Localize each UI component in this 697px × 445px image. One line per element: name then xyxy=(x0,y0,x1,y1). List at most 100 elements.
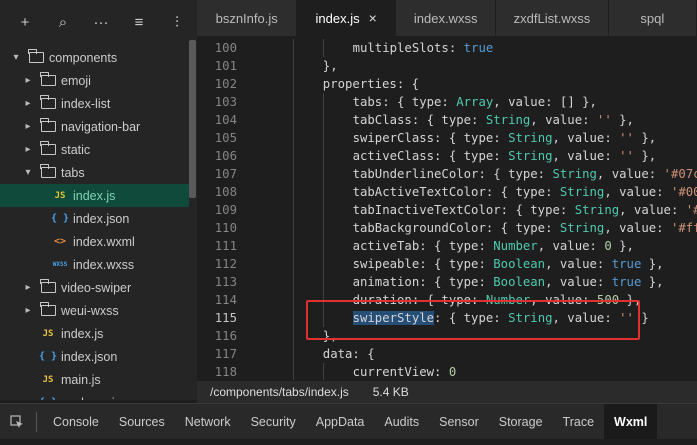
devtools-tab-storage[interactable]: Storage xyxy=(489,404,553,440)
devtools-tab-audits[interactable]: Audits xyxy=(374,404,429,440)
editor-tab[interactable]: index.js × xyxy=(297,0,396,36)
tree-item[interactable]: ▸JSmain.js xyxy=(0,368,189,391)
tree-item-label: index.json xyxy=(73,211,130,226)
devtools-tab-wxml[interactable]: Wxml xyxy=(604,403,658,440)
code-token: true xyxy=(611,257,642,271)
indent-guide xyxy=(293,201,294,219)
line-number: 118 xyxy=(214,365,237,379)
code-token: animation: { type: xyxy=(352,275,494,289)
more-icon[interactable]: ··· xyxy=(82,2,120,42)
tab-label: zxdfList.wxss xyxy=(513,10,591,26)
folder-shape xyxy=(40,95,56,109)
chevron-right-icon[interactable]: ▸ xyxy=(22,75,34,86)
editor-tab[interactable]: zxdfList.wxss xyxy=(496,0,609,36)
devtools-tab-sensor[interactable]: Sensor xyxy=(429,404,489,440)
ide-window: + ⌕ ··· ≡ ⫶ ▾ components ▸ emoji ▸ index-list ▸ nav… xyxy=(0,0,697,445)
line-code: data: { xyxy=(323,347,375,361)
indent-guide xyxy=(322,129,324,147)
tree-item[interactable]: ▸{ }index.json xyxy=(0,207,189,230)
tree-item[interactable]: ▸ weui-wxss xyxy=(0,299,189,322)
tree-item[interactable]: ▸<>index.wxml xyxy=(0,230,189,253)
split-icon[interactable]: ⫶ xyxy=(158,2,196,42)
indent-guide xyxy=(322,165,324,183)
editor-tab[interactable]: spql xyxy=(608,0,697,36)
editor-tab[interactable]: bsznInfo.js xyxy=(197,0,298,36)
chevron-right-icon[interactable]: ▸ xyxy=(22,282,34,293)
chevron-right-icon[interactable]: ▸ xyxy=(22,121,34,132)
indent-guide xyxy=(293,291,294,309)
collapse-icon[interactable]: ≡ xyxy=(120,2,158,42)
tree-item[interactable]: ▸{ }package.json xyxy=(0,391,189,401)
line-code: swiperClass: { type: String, value: '' }… xyxy=(353,131,657,145)
folder-icon xyxy=(40,95,56,111)
indent-guide xyxy=(293,255,294,273)
folder-icon xyxy=(40,72,56,88)
code-token: data: { xyxy=(322,347,375,361)
tree-item[interactable]: ▸{ }index.json xyxy=(0,345,189,368)
devtools-tab-console[interactable]: Console xyxy=(43,404,109,440)
search-icon[interactable]: ⌕ xyxy=(44,2,82,42)
code-token: Number xyxy=(493,239,538,253)
tree-item-label: video-swiper xyxy=(61,280,132,295)
indent-guide xyxy=(322,201,324,219)
code-line: 101}, xyxy=(197,57,697,75)
chevron-right-icon[interactable]: ▸ xyxy=(22,305,34,316)
tree-item[interactable]: ▸JSindex.js xyxy=(0,322,189,345)
code-token: }, xyxy=(633,131,657,145)
tree-item[interactable]: ▾ tabs xyxy=(0,161,189,184)
devtools-tab-sources[interactable]: Sources xyxy=(109,404,175,440)
js-file-icon: JS xyxy=(42,374,54,385)
tree-item[interactable]: ▸JSindex.js xyxy=(0,184,189,207)
line-number: 102 xyxy=(214,77,237,91)
code-line: 103 tabs: { type: Array, value: [] }, xyxy=(197,93,697,111)
code-line: 118 currentView: 0 xyxy=(197,363,697,380)
explorer-scrollbar[interactable] xyxy=(189,40,196,198)
js-file-icon: JS xyxy=(42,328,54,339)
chevron-right-icon[interactable]: ▸ xyxy=(22,144,34,155)
code-token: true xyxy=(463,41,494,55)
devtools-tab-trace[interactable]: Trace xyxy=(553,404,605,440)
chevron-down-icon[interactable]: ▾ xyxy=(10,52,22,63)
tree-item[interactable]: ▸WXSSindex.wxss xyxy=(0,253,189,276)
code-line: 104 tabClass: { type: String, value: '' }… xyxy=(197,111,697,129)
line-code: }, xyxy=(323,59,338,73)
chevron-right-icon[interactable]: ▸ xyxy=(22,98,34,109)
tree-item-label: components xyxy=(49,50,118,65)
inspect-element-icon[interactable] xyxy=(0,404,34,440)
folder-shape xyxy=(40,141,56,155)
wxml-file-icon: <> xyxy=(53,236,67,247)
json-file-icon: { } xyxy=(38,351,58,362)
tree-item[interactable]: ▸ navigation-bar xyxy=(0,115,189,138)
tree-item[interactable]: ▸ video-swiper xyxy=(0,276,189,299)
tree-item-label: tabs xyxy=(61,165,85,180)
tree-item-label: emoji xyxy=(61,73,91,88)
add-icon[interactable]: + xyxy=(6,2,44,42)
code-token: tabActiveTextColor: { type: xyxy=(352,185,560,199)
code-token: swipeable: { type: xyxy=(352,257,494,271)
json-file-icon: { } xyxy=(50,213,70,224)
line-code: tabBackgroundColor: { type: String, valu… xyxy=(353,221,697,235)
folder-shape xyxy=(40,279,56,293)
tree-item[interactable]: ▸ static xyxy=(0,138,189,161)
editor-tab[interactable]: index.wxss xyxy=(395,0,497,36)
tree-item[interactable]: ▸ emoji xyxy=(0,69,189,92)
line-number: 105 xyxy=(214,131,237,145)
close-icon[interactable]: × xyxy=(369,10,377,26)
devtools-tab-appdata[interactable]: AppData xyxy=(306,404,375,440)
tree-item-label: package.json xyxy=(61,396,135,401)
code-token: activeTab: { type: xyxy=(352,239,494,253)
indent-guide xyxy=(322,273,324,291)
chevron-down-icon[interactable]: ▾ xyxy=(22,167,34,178)
indent-guide xyxy=(293,309,294,327)
code-token: 0 xyxy=(604,239,612,253)
tree-item[interactable]: ▾ components xyxy=(0,46,189,69)
code-token: currentView: xyxy=(352,365,449,379)
code-token: swiperClass: { type: xyxy=(352,131,509,145)
tree-item[interactable]: ▸ index-list xyxy=(0,92,189,115)
code-token: , value: xyxy=(545,275,612,289)
line-number: 100 xyxy=(214,41,237,55)
devtools-tab-network[interactable]: Network xyxy=(175,404,241,440)
line-code: tabActiveTextColor: { type: String, valu… xyxy=(353,185,697,199)
devtools-tab-security[interactable]: Security xyxy=(241,404,306,440)
code-line: 111 activeTab: { type: Number, value: 0 }… xyxy=(197,237,697,255)
